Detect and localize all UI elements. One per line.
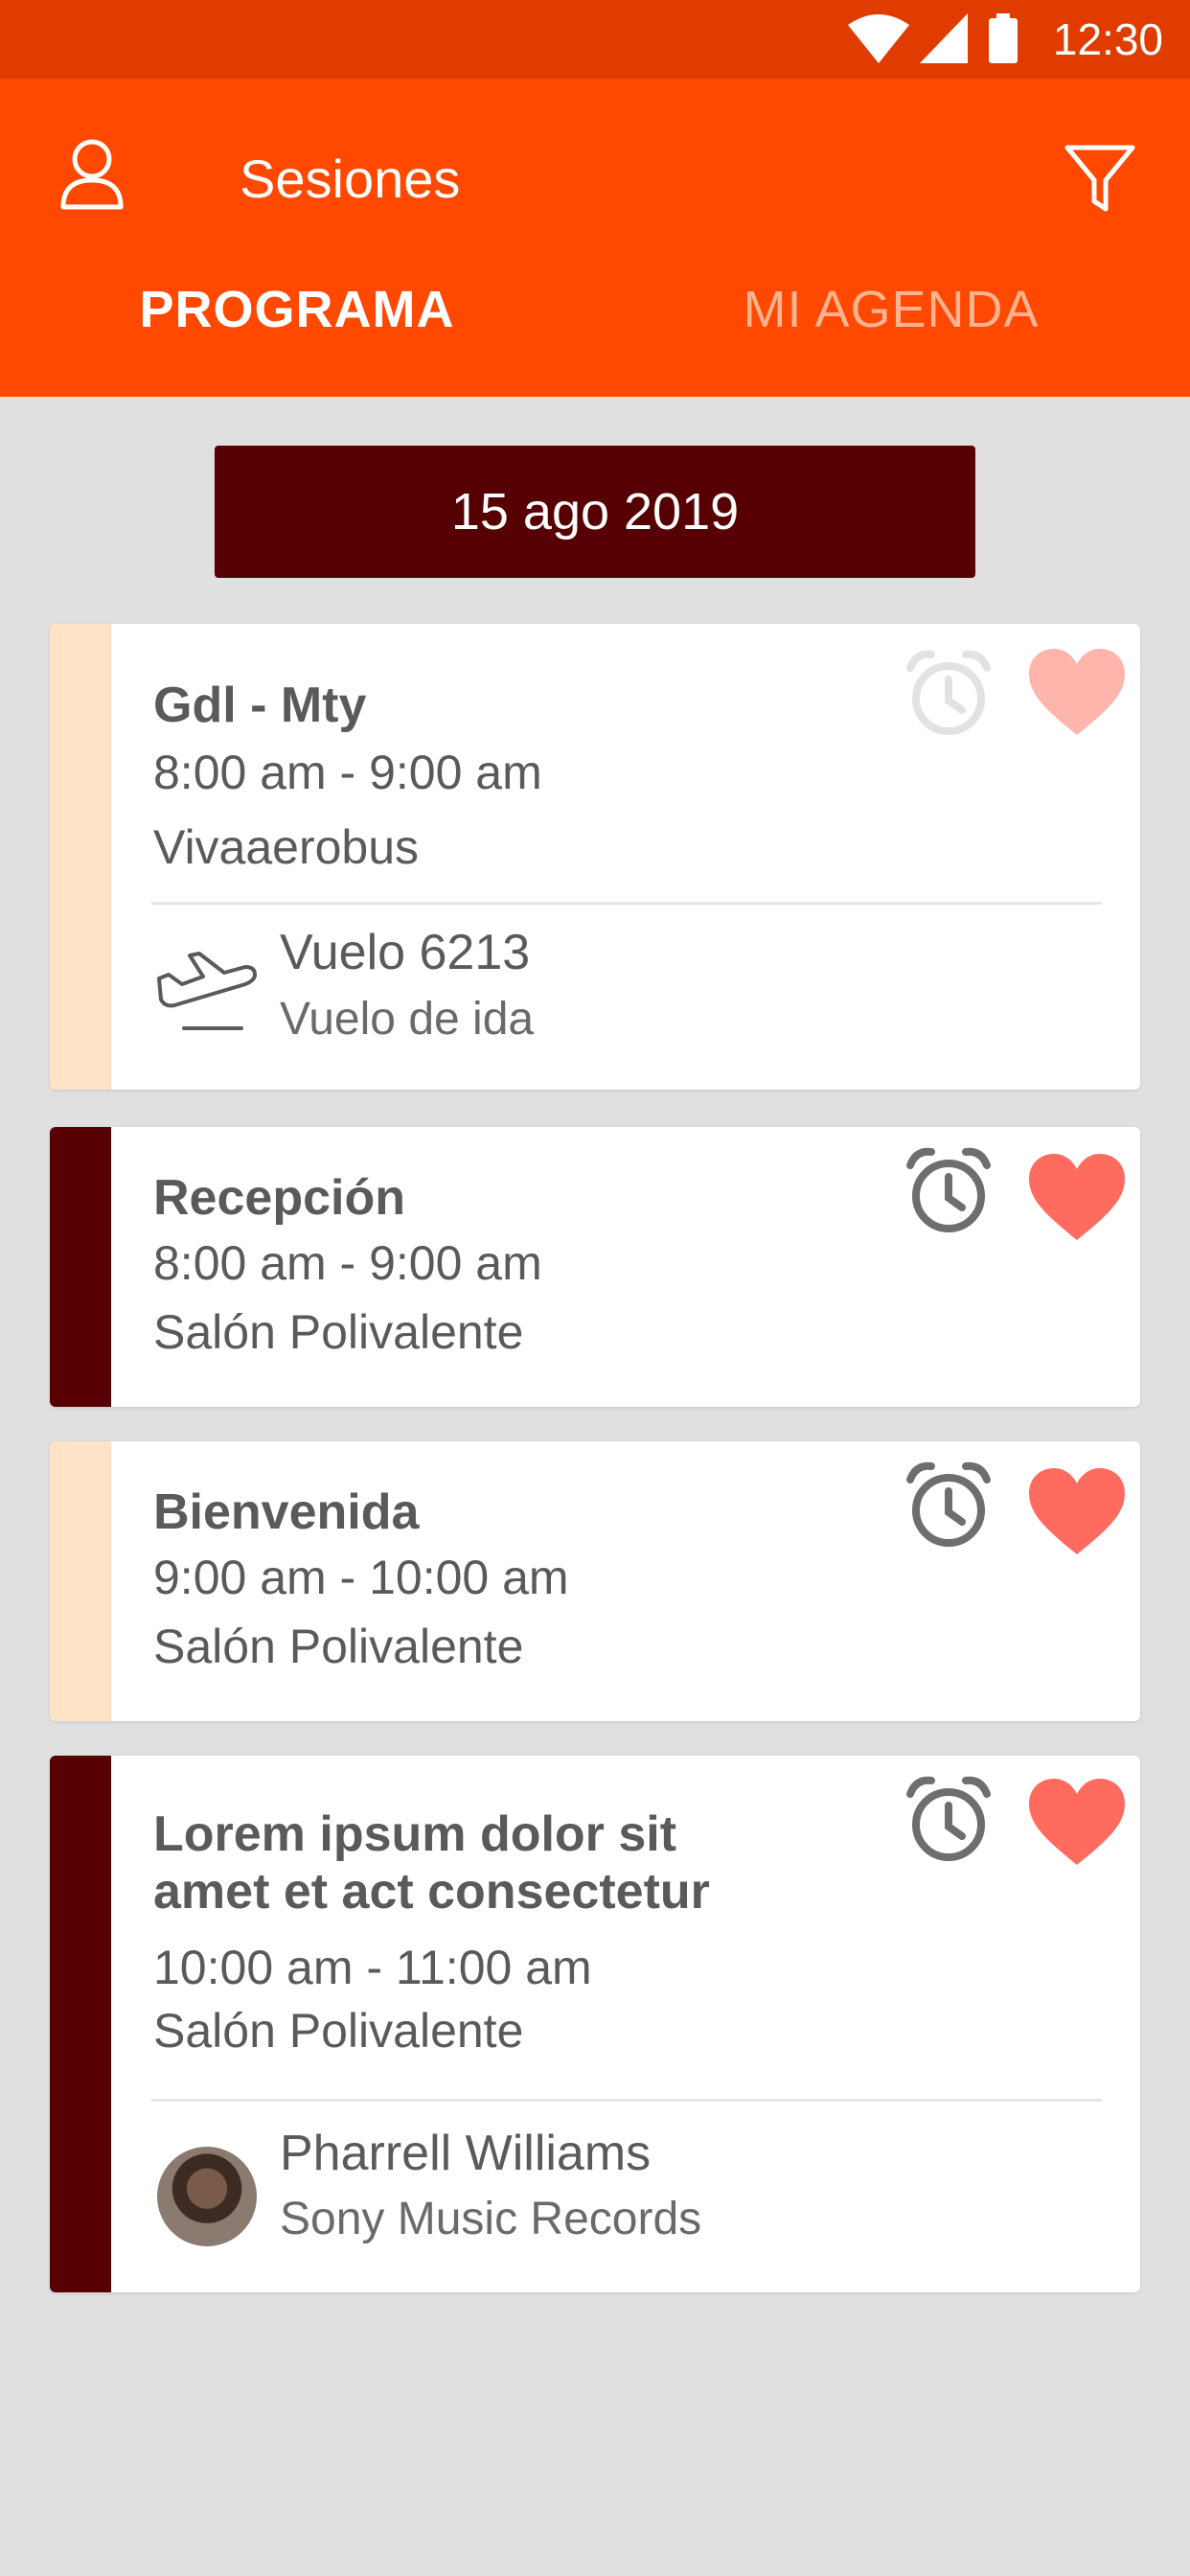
session-card[interactable]: Recepción 8:00 am - 9:00 am Salón Poliva… bbox=[50, 1127, 1140, 1407]
speaker-avatar bbox=[157, 2147, 257, 2246]
heart-icon[interactable] bbox=[1027, 1777, 1127, 1869]
filter-icon[interactable] bbox=[1064, 142, 1136, 215]
page-title: Sesiones bbox=[240, 149, 461, 209]
alarm-icon[interactable] bbox=[903, 1773, 995, 1865]
session-title: Bienvenida bbox=[153, 1484, 420, 1540]
battery-icon bbox=[989, 13, 1018, 63]
tab-programa[interactable]: PROGRAMA bbox=[29, 280, 565, 339]
flight-description: Vuelo de ida bbox=[280, 994, 535, 1045]
alarm-icon[interactable] bbox=[903, 1459, 995, 1551]
status-time: 12:30 bbox=[1052, 14, 1163, 64]
divider bbox=[151, 902, 1102, 905]
session-place: Salón Polivalente bbox=[153, 1305, 524, 1359]
session-place: Salón Polivalente bbox=[153, 1620, 524, 1673]
signal-icon bbox=[920, 13, 968, 63]
user-icon[interactable] bbox=[57, 136, 126, 213]
heart-icon[interactable] bbox=[1027, 1152, 1127, 1244]
heart-icon[interactable] bbox=[1027, 647, 1127, 739]
alarm-icon[interactable] bbox=[903, 1144, 995, 1236]
session-title-line-1: Lorem ipsum dolor sit bbox=[153, 1806, 677, 1862]
session-title: Gdl - Mty bbox=[153, 678, 367, 733]
session-time: 9:00 am - 10:00 am bbox=[153, 1551, 569, 1604]
session-stripe bbox=[50, 624, 111, 1090]
session-card[interactable]: Bienvenida 9:00 am - 10:00 am Salón Poli… bbox=[50, 1441, 1140, 1721]
flight-number: Vuelo 6213 bbox=[280, 925, 531, 980]
session-stripe bbox=[50, 1441, 111, 1721]
wifi-icon bbox=[848, 14, 909, 63]
app-bar: Sesiones PROGRAMA MI AGENDA bbox=[0, 79, 1190, 397]
session-place: Salón Polivalente bbox=[153, 2004, 524, 2058]
session-card[interactable]: Lorem ipsum dolor sit amet et act consec… bbox=[50, 1756, 1140, 2292]
session-stripe bbox=[50, 1756, 111, 2292]
speaker-company: Sony Music Records bbox=[280, 2194, 702, 2244]
session-title: Recepción bbox=[153, 1170, 405, 1226]
alarm-icon[interactable] bbox=[903, 647, 995, 739]
status-bar: 12:30 bbox=[0, 0, 1190, 79]
tab-mi-agenda[interactable]: MI AGENDA bbox=[623, 280, 1159, 339]
session-time: 8:00 am - 9:00 am bbox=[153, 1236, 542, 1290]
speaker-name: Pharrell Williams bbox=[280, 2126, 652, 2181]
airplane-icon bbox=[157, 952, 257, 1030]
session-card[interactable]: Gdl - Mty 8:00 am - 9:00 am Vivaaerobus … bbox=[50, 624, 1140, 1090]
heart-icon[interactable] bbox=[1027, 1466, 1127, 1558]
session-time: 8:00 am - 9:00 am bbox=[153, 746, 542, 799]
date-selector-button[interactable]: 15 ago 2019 bbox=[215, 446, 975, 578]
session-place: Vivaaerobus bbox=[153, 820, 420, 874]
session-stripe bbox=[50, 1127, 111, 1407]
divider bbox=[151, 2099, 1102, 2102]
session-time: 10:00 am - 11:00 am bbox=[153, 1941, 592, 1994]
session-title-line-2: amet et act consectetur bbox=[153, 1864, 710, 1920]
